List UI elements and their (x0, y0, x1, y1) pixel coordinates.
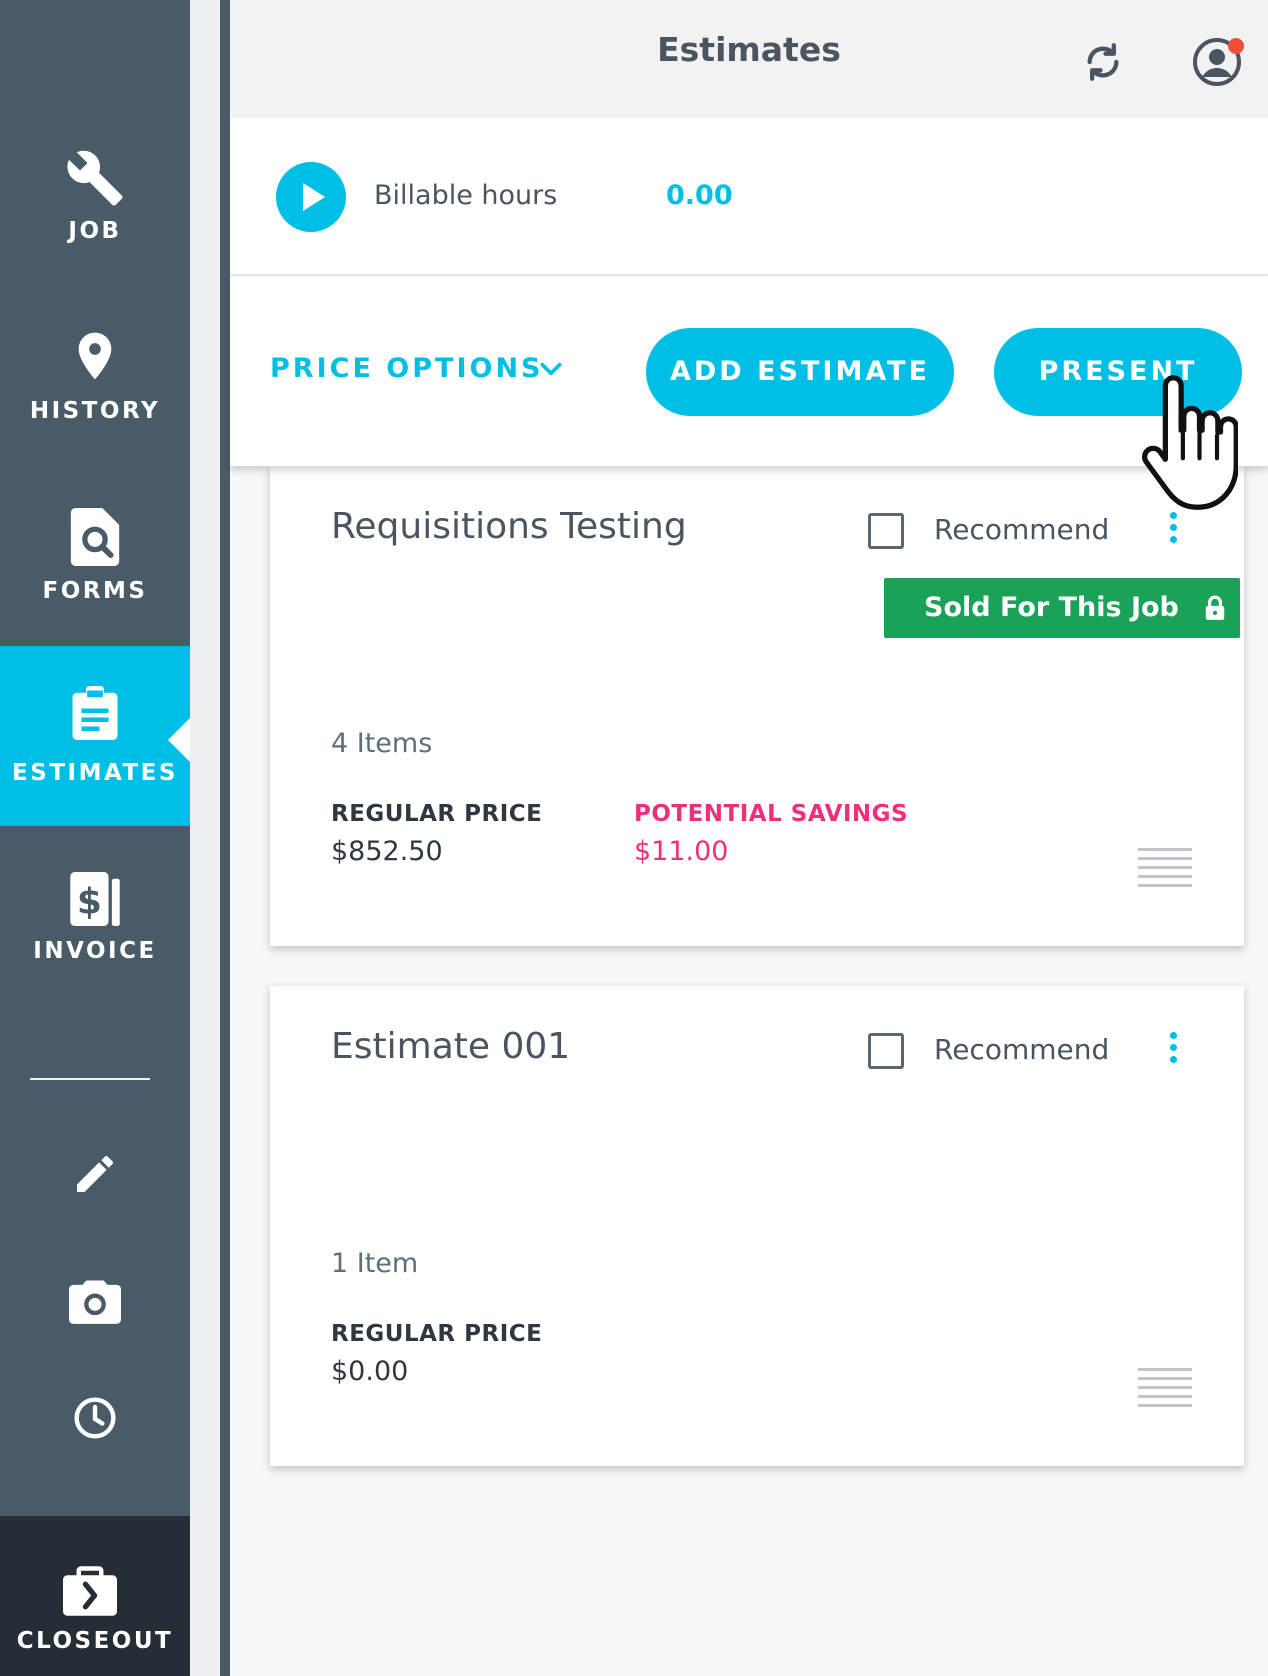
recommend-label: Recommend (934, 513, 1110, 546)
location-pin-icon (78, 332, 112, 380)
sidebar-item-closeout[interactable]: CLOSEOUT (0, 1516, 190, 1676)
header: Estimates (230, 0, 1268, 118)
recommend-label: Recommend (934, 1033, 1110, 1066)
recommend-checkbox[interactable] (868, 1033, 904, 1069)
sidebar-item-estimates[interactable]: ESTIMATES (0, 646, 190, 826)
regular-price-value: $852.50 (331, 836, 443, 867)
sold-label: Sold For This Job (924, 592, 1179, 623)
chevron-down-icon[interactable] (538, 356, 564, 382)
camera-icon[interactable] (69, 1276, 121, 1324)
billable-hours-bar: Billable hours 0.00 (230, 118, 1268, 276)
potential-savings-label: POTENTIAL SAVINGS (634, 801, 909, 827)
recommend-checkbox[interactable] (868, 513, 904, 549)
estimates-list: Requisitions Testing Recommend Sold For … (230, 466, 1268, 1676)
svg-text:$: $ (77, 882, 102, 923)
clock-icon[interactable] (73, 1396, 117, 1440)
wrench-icon (67, 150, 123, 206)
sidebar-item-label: JOB (68, 218, 122, 244)
sidebar-item-label: ESTIMATES (12, 760, 178, 786)
clipboard-icon (72, 686, 118, 740)
items-count: 1 Item (331, 1248, 419, 1279)
estimate-card[interactable]: Requisitions Testing Recommend Sold For … (270, 466, 1244, 946)
price-options-dropdown[interactable]: PRICE OPTIONS (270, 353, 543, 384)
sidebar-item-invoice[interactable]: $ INVOICE (0, 852, 190, 1032)
sidebar-gap (190, 0, 220, 1676)
sidebar-item-history[interactable]: HISTORY (0, 310, 190, 490)
pencil-icon[interactable] (71, 1150, 119, 1198)
billable-hours-value: 0.00 (666, 180, 733, 211)
sidebar-item-label: HISTORY (29, 398, 161, 424)
estimates-toolbar: PRICE OPTIONS ADD ESTIMATE PRESENT (230, 278, 1268, 466)
sidebar-divider (30, 1078, 150, 1080)
briefcase-arrow-icon (63, 1566, 117, 1616)
more-options-icon[interactable] (1170, 1032, 1178, 1068)
items-count: 4 Items (331, 728, 433, 759)
notification-dot (1228, 38, 1244, 54)
sidebar-edge (220, 0, 230, 1676)
sync-icon[interactable] (1083, 40, 1123, 84)
sidebar-item-job[interactable]: JOB (0, 130, 190, 310)
sidebar-item-label: INVOICE (33, 938, 157, 964)
sold-for-this-job-badge: Sold For This Job (884, 578, 1240, 638)
regular-price-value: $0.00 (331, 1356, 409, 1387)
lock-icon (1205, 595, 1225, 620)
hand-pointer-icon (1142, 375, 1238, 510)
document-search-icon (70, 508, 120, 566)
sidebar-item-forms[interactable]: FORMS (0, 490, 190, 670)
regular-price-label: REGULAR PRICE (331, 1321, 543, 1347)
drag-handle-icon[interactable] (1138, 1368, 1192, 1413)
sidebar: JOB HISTORY FORMS ESTIMATES $ INVOICE CL… (0, 0, 190, 1676)
sidebar-item-label: FORMS (42, 578, 148, 604)
billable-hours-label: Billable hours (374, 180, 558, 211)
estimate-title: Estimate 001 (331, 1026, 571, 1067)
add-estimate-button[interactable]: ADD ESTIMATE (646, 328, 954, 416)
sidebar-item-label: CLOSEOUT (16, 1628, 174, 1654)
regular-price-label: REGULAR PRICE (331, 801, 543, 827)
active-indicator (168, 718, 190, 762)
drag-handle-icon[interactable] (1138, 848, 1192, 893)
potential-savings-value: $11.00 (634, 836, 729, 867)
play-timer-button[interactable] (276, 162, 346, 232)
estimate-card[interactable]: Estimate 001 Recommend 1 Item REGULAR PR… (270, 986, 1244, 1466)
estimate-title: Requisitions Testing (331, 506, 687, 547)
more-options-icon[interactable] (1170, 512, 1178, 548)
invoice-dollar-icon: $ (70, 872, 120, 926)
